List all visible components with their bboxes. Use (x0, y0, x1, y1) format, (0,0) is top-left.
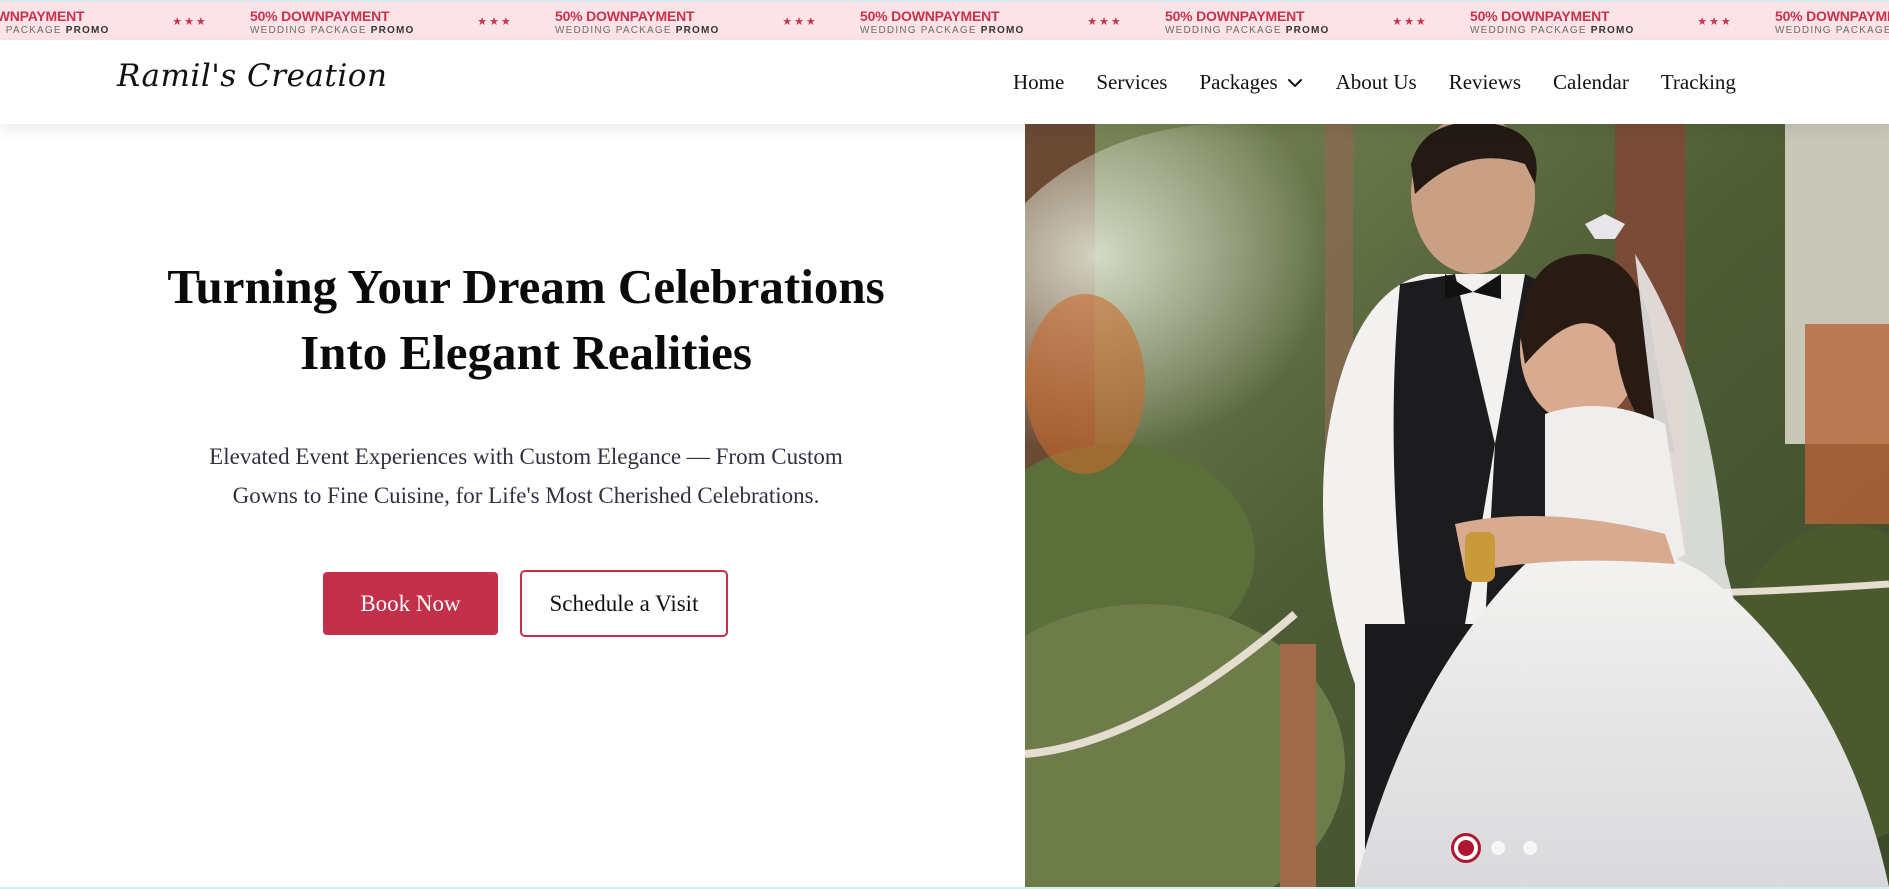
promo-subtitle: WEDDING PACKAGE PROMO (250, 24, 440, 37)
stars-icon: ★★★ (782, 14, 818, 28)
promo-subtitle-bold: PROMO (675, 24, 720, 36)
promo-subtitle-normal: WEDDING PACKAGE (860, 24, 981, 36)
promo-ticker-track: 50% DOWNPAYMENTWEDDING PACKAGE PROMO★★★5… (0, 2, 1889, 40)
promo-subtitle-bold: PROMO (980, 24, 1025, 36)
stars-icon: ★★★ (1087, 14, 1123, 28)
chevron-down-icon (1287, 78, 1302, 87)
promo-subtitle: WEDDING PACKAGE PROMO (860, 24, 1050, 37)
hero-subtitle-line-2: Gowns to Fine Cuisine, for Life's Most C… (232, 483, 820, 508)
promo-title: 50% DOWNPAYMENT (0, 7, 85, 24)
promo-item: 50% DOWNPAYMENTWEDDING PACKAGE PROMO ★★★ (1160, 2, 1465, 40)
carousel-dot-3[interactable] (1523, 841, 1537, 855)
hero-title: Turning Your Dream Celebrations Into Ele… (100, 254, 952, 386)
promo-title: 50% DOWNPAYMENT (1775, 7, 1889, 24)
book-now-button[interactable]: Book Now (323, 572, 498, 635)
promo-title: 50% DOWNPAYMENT (860, 7, 1000, 24)
promo-subtitle: WEDDING PACKAGE PROMO (0, 24, 135, 37)
stars-icon: ★★★ (1697, 14, 1733, 28)
carousel-dot-1[interactable] (1451, 833, 1481, 863)
carousel-dots (1451, 833, 1555, 863)
hero-content: Turning Your Dream Celebrations Into Ele… (0, 124, 1025, 887)
promo-item: 50% DOWNPAYMENTWEDDING PACKAGE PROMO ★★★ (245, 2, 550, 40)
stars-icon: ★★★ (477, 14, 513, 28)
hero-title-line-1: Turning Your Dream Celebrations (167, 259, 885, 314)
schedule-visit-button[interactable]: Schedule a Visit (520, 570, 728, 637)
nav-reviews[interactable]: Reviews (1449, 70, 1521, 95)
promo-text: 50% DOWNPAYMENTWEDDING PACKAGE PROMO (860, 6, 1050, 37)
main-nav: Home Services Packages About Us Reviews … (1013, 70, 1736, 95)
promo-ticker: 50% DOWNPAYMENTWEDDING PACKAGE PROMO★★★5… (0, 2, 1889, 40)
promo-subtitle: WEDDING PACKAGE PROMO (555, 24, 745, 37)
promo-item: 50% DOWNPAYMENTWEDDING PACKAGE PROMO ★★★ (0, 2, 245, 40)
promo-subtitle-bold: PROMO (1285, 24, 1330, 36)
promo-text: 50% DOWNPAYMENTWEDDING PACKAGE PROMO (1470, 6, 1660, 37)
promo-item: 50% DOWNPAYMENTWEDDING PACKAGE PROMO★★★ (1770, 2, 1889, 40)
hero-subtitle: Elevated Event Experiences with Custom E… (175, 437, 877, 515)
stars-icon: ★★★ (172, 14, 208, 28)
nav-about[interactable]: About Us (1336, 70, 1417, 95)
nav-calendar[interactable]: Calendar (1553, 70, 1629, 95)
promo-text: 50% DOWNPAYMENTWEDDING PACKAGE PROMO (1165, 6, 1355, 37)
promo-subtitle-normal: WEDDING PACKAGE (1165, 24, 1286, 36)
logo[interactable]: Ramil's Creation (117, 58, 387, 94)
nav-packages-label: Packages (1199, 70, 1278, 94)
promo-text: 50% DOWNPAYMENTWEDDING PACKAGE PROMO (1775, 6, 1889, 37)
hero-title-line-2: Into Elegant Realities (300, 325, 752, 380)
carousel-dot-2[interactable] (1491, 841, 1505, 855)
promo-subtitle-bold: PROMO (370, 24, 415, 36)
promo-text: 50% DOWNPAYMENTWEDDING PACKAGE PROMO (0, 6, 135, 37)
stars-icon: ★★★ (1392, 14, 1428, 28)
promo-subtitle-normal: WEDDING PACKAGE (1470, 24, 1591, 36)
promo-title: 50% DOWNPAYMENT (555, 7, 695, 24)
promo-subtitle: WEDDING PACKAGE PROMO (1470, 24, 1660, 37)
promo-subtitle-normal: WEDDING PACKAGE (1775, 24, 1889, 36)
page: 50% DOWNPAYMENTWEDDING PACKAGE PROMO★★★5… (0, 2, 1889, 887)
hero-subtitle-line-1: Elevated Event Experiences with Custom E… (209, 444, 843, 469)
promo-subtitle-normal: WEDDING PACKAGE (555, 24, 676, 36)
site-header: Ramil's Creation Home Services Packages … (0, 40, 1889, 124)
promo-item: 50% DOWNPAYMENTWEDDING PACKAGE PROMO ★★★ (1465, 2, 1770, 40)
nav-tracking[interactable]: Tracking (1661, 70, 1736, 95)
promo-subtitle-bold: PROMO (1590, 24, 1635, 36)
nav-home[interactable]: Home (1013, 70, 1064, 95)
promo-text: 50% DOWNPAYMENTWEDDING PACKAGE PROMO (250, 6, 440, 37)
promo-subtitle-bold: PROMO (65, 24, 110, 36)
nav-packages[interactable]: Packages (1199, 70, 1303, 95)
promo-text: 50% DOWNPAYMENTWEDDING PACKAGE PROMO (555, 6, 745, 37)
promo-subtitle: WEDDING PACKAGE PROMO (1775, 24, 1889, 37)
promo-title: 50% DOWNPAYMENT (1165, 7, 1305, 24)
wedding-couple-photo (1025, 124, 1889, 887)
promo-item: 50% DOWNPAYMENTWEDDING PACKAGE PROMO ★★★ (550, 2, 855, 40)
promo-subtitle-normal: WEDDING PACKAGE (250, 24, 371, 36)
hero-image-carousel (1025, 124, 1889, 887)
promo-item: 50% DOWNPAYMENTWEDDING PACKAGE PROMO ★★★ (855, 2, 1160, 40)
promo-title: 50% DOWNPAYMENT (1470, 7, 1610, 24)
promo-subtitle: WEDDING PACKAGE PROMO (1165, 24, 1355, 37)
nav-services[interactable]: Services (1096, 70, 1167, 95)
promo-subtitle-normal: WEDDING PACKAGE (0, 24, 62, 36)
promo-title: 50% DOWNPAYMENT (250, 7, 390, 24)
